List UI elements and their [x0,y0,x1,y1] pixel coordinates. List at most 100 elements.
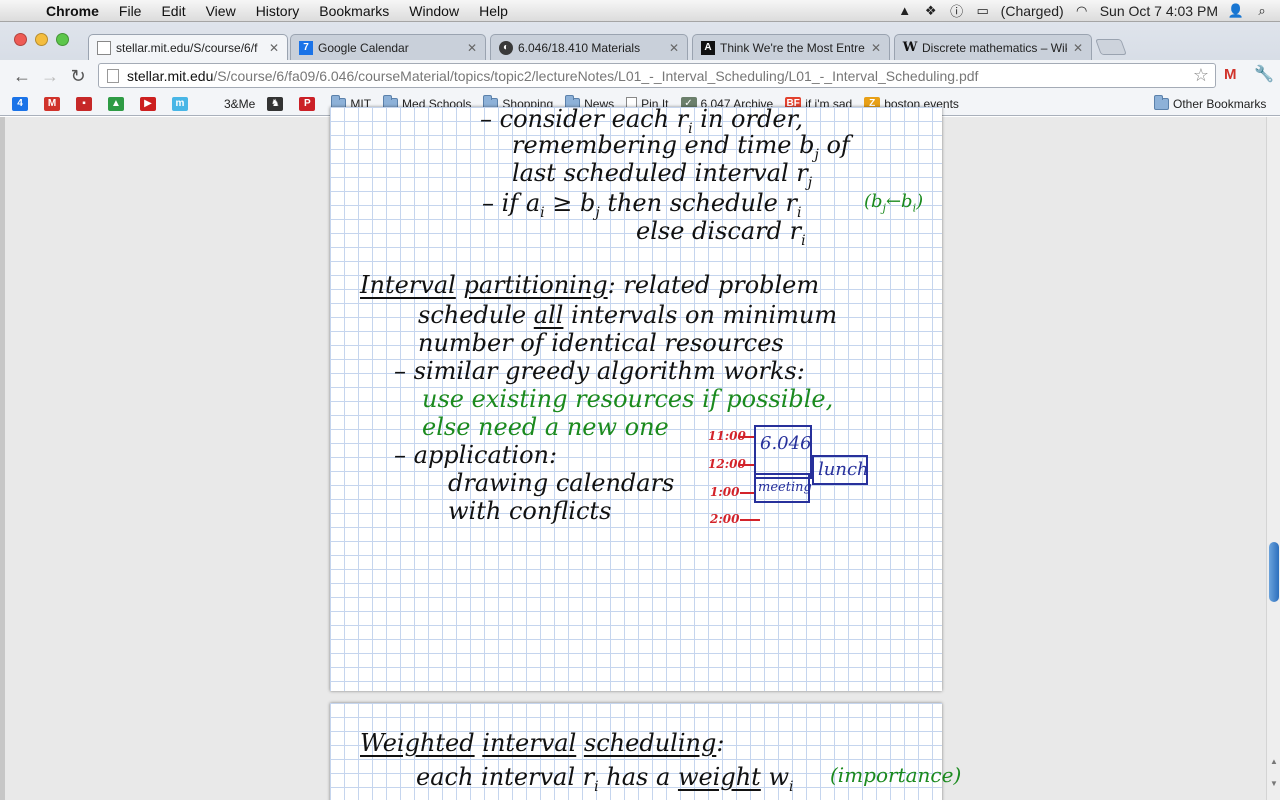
bookmark-item[interactable]: ♞ [267,96,287,111]
tab-strip: stellar.mit.edu/S/course/6/f ✕ 7 Google … [0,22,1280,60]
note-importance: (importance) [830,763,962,787]
page-icon [107,68,119,83]
pdf-viewer[interactable]: – consider each ri in order, remembering… [0,105,1280,800]
tab-title: stellar.mit.edu/S/course/6/f [116,40,258,55]
page-icon [97,40,111,55]
battery-status[interactable]: (Charged) [1001,3,1064,19]
forward-icon[interactable]: → [36,62,64,90]
note-similar-greedy: – similar greedy algorithm works: [394,357,805,385]
youtube-bm-icon: ▶ [140,96,156,111]
bookmark-item[interactable]: ▪ [76,96,96,111]
url-path: /S/course/6/fa09/6.046/courseMaterial/to… [213,67,979,84]
time-label-200: 2:00 [710,512,740,526]
menu-file[interactable]: File [109,3,152,19]
scrollbar-thumb[interactable] [1269,542,1279,602]
viewer-left-edge [0,117,5,800]
bookmark-item[interactable]: 4 [12,96,32,111]
bookmark-item[interactable]: ▶ [140,96,160,111]
event-label: 6.046 [760,433,812,454]
time-tick [740,492,754,494]
mac-menubar: Chrome File Edit View History Bookmarks … [0,0,1280,22]
tab-title: Think We're the Most Entrep [720,40,865,55]
pinterest-bm-icon: P [299,96,316,111]
news-bm-icon: ▪ [76,96,92,111]
time-tick [740,436,754,438]
note-application: – application: [394,441,558,469]
user-icon[interactable]: 👤 [1228,3,1244,18]
close-tab-icon[interactable]: ✕ [1073,41,1083,55]
wifi-icon[interactable]: ◠ [1074,3,1090,18]
tab-google-calendar[interactable]: 7 Google Calendar ✕ [290,34,486,60]
mit-icon: ◐ [499,40,513,55]
note-else-new: else need a new one [422,413,669,441]
folder-icon [1154,95,1169,110]
close-tab-icon[interactable]: ✕ [269,41,279,55]
close-tab-icon[interactable]: ✕ [669,41,679,55]
note-use-existing: use existing resources if possible, [422,385,834,413]
time-tick [740,519,760,521]
time-label-100: 1:00 [710,485,740,499]
menu-edit[interactable]: Edit [151,3,195,19]
tab-title: 6.046/18.410 Materials [518,40,641,55]
calendar-event-lunch: lunch [812,455,869,485]
note-bj-update: (bj←bi) [864,191,924,215]
horse-bm-icon: ♞ [267,96,284,111]
close-tab-icon[interactable]: ✕ [871,41,881,55]
minimize-window-button[interactable] [35,33,48,46]
event-label: lunch [818,459,869,480]
menu-bookmarks[interactable]: Bookmarks [309,3,399,19]
tab-6046-materials[interactable]: ◐ 6.046/18.410 Materials ✕ [490,34,688,60]
address-bar[interactable]: stellar.mit.edu/S/course/6/fa09/6.046/co… [98,63,1216,88]
other-bookmarks[interactable]: Other Bookmarks [1154,95,1267,111]
bookmark-item[interactable]: M [44,96,64,111]
menu-app[interactable]: Chrome [36,3,109,19]
bookmark-item[interactable]: ▲ [108,96,128,111]
tab-atlantic[interactable]: A Think We're the Most Entrep ✕ [692,34,890,60]
drive-sync-icon[interactable]: ▲ [897,3,913,18]
tab-stellar[interactable]: stellar.mit.edu/S/course/6/f ✕ [88,34,288,60]
scroll-down-arrow-icon[interactable]: ▼ [1269,779,1279,788]
spotlight-search-icon[interactable]: ⌕ [1254,3,1270,18]
back-icon[interactable]: ← [8,62,36,90]
calendar-bm-icon: 4 [12,96,28,111]
menu-help[interactable]: Help [469,3,518,19]
menu-window[interactable]: Window [399,3,469,19]
bookmark-item[interactable]: m [172,96,192,111]
note-schedule-all: schedule all intervals on minimum [418,301,838,329]
new-tab-button[interactable] [1095,39,1127,55]
note-line-last-scheduled: last scheduled interval rj [512,159,813,191]
wikipedia-icon: W [902,40,918,55]
wrench-menu-icon[interactable]: 🔧 [1254,64,1274,84]
menu-history[interactable]: History [246,3,310,19]
gmail-extension-icon[interactable]: M [1224,66,1237,83]
bookmark-star-icon[interactable]: ☆ [1193,65,1209,86]
calendar-event-6046: 6.046 [754,425,812,479]
close-window-button[interactable] [14,33,27,46]
time-tick [740,464,754,466]
browser-toolbar: ← → ↻ stellar.mit.edu/S/course/6/fa09/6.… [0,60,1280,92]
battery-icon[interactable]: ▭ [975,3,991,18]
url-host: stellar.mit.edu [127,67,214,84]
menu-view[interactable]: View [196,3,246,19]
reload-icon[interactable]: ↻ [64,62,92,90]
event-label: meeting [758,480,812,495]
tab-title: Google Calendar [318,40,409,55]
gmail-bm-icon: M [44,96,60,111]
scroll-up-arrow-icon[interactable]: ▲ [1269,757,1279,766]
close-tab-icon[interactable]: ✕ [467,41,477,55]
zoom-window-button[interactable] [56,33,69,46]
alert-icon[interactable]: ⓘ [949,4,965,19]
heading-weighted-interval-scheduling: Weighted interval scheduling: [360,729,725,757]
dropbox-icon[interactable]: ❖ [923,3,939,18]
other-bookmarks-label: Other Bookmarks [1173,97,1267,111]
bookmark-item[interactable]: 3&Me [224,97,255,111]
note-each-interval-weight: each interval ri has a weight wi [416,763,794,795]
bookmark-label: 3&Me [224,96,256,111]
menubar-clock[interactable]: Sun Oct 7 4:03 PM [1100,3,1218,19]
calendar-icon: 7 [299,40,313,55]
bookmark-item[interactable]: P [299,96,319,111]
tab-wikipedia[interactable]: W Discrete mathematics – Wiki ✕ [894,34,1092,60]
window-controls [14,33,69,46]
calendar-event-meeting: meeting [754,473,812,503]
vertical-scrollbar[interactable]: ▲ ▼ [1266,117,1280,800]
